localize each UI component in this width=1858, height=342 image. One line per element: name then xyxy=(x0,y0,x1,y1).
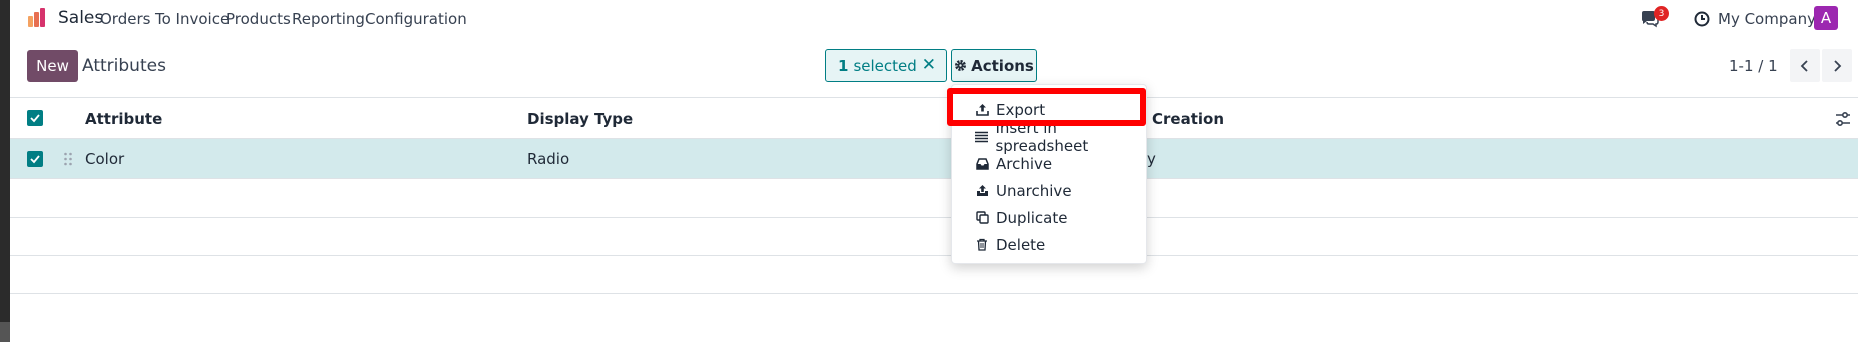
menu-products[interactable]: Products xyxy=(226,10,291,28)
selected-label: selected xyxy=(853,56,917,75)
row-checkbox[interactable] xyxy=(27,151,43,167)
inbox-icon xyxy=(975,157,989,171)
column-header-attribute[interactable]: Attribute xyxy=(85,110,162,128)
select-all-checkbox[interactable] xyxy=(27,110,43,126)
column-header-display-type[interactable]: Display Type xyxy=(527,110,633,128)
optional-columns-icon[interactable] xyxy=(1835,111,1851,127)
chevron-left-icon xyxy=(1800,59,1808,72)
column-header-creation[interactable]: Creation xyxy=(1152,110,1224,128)
control-panel: New Attributes 1 selected ✕ Actions 1-1 … xyxy=(10,38,1858,98)
menu-item-unarchive[interactable]: Unarchive xyxy=(952,177,1148,204)
actions-label: Actions xyxy=(971,56,1034,75)
cell-creation[interactable]: y xyxy=(1147,150,1156,168)
left-edge-tab xyxy=(0,322,10,342)
avatar-letter: A xyxy=(1820,9,1832,27)
selection-indicator: 1 selected ✕ xyxy=(825,49,947,82)
menu-item-label: Duplicate xyxy=(996,208,1068,227)
actions-button[interactable]: Actions xyxy=(951,49,1037,82)
copy-icon xyxy=(975,211,989,225)
menu-configuration[interactable]: Configuration xyxy=(365,10,467,28)
chevron-right-icon xyxy=(1834,59,1842,72)
top-navbar: Sales Orders To Invoice Products Reporti… xyxy=(10,0,1858,38)
pager-next-button[interactable] xyxy=(1822,49,1852,82)
table-header: Attribute Display Type Creation xyxy=(10,98,1858,139)
cell-attribute[interactable]: Color xyxy=(85,150,124,168)
menu-item-label: Archive xyxy=(996,154,1053,173)
menu-reporting[interactable]: Reporting xyxy=(292,10,365,28)
gear-icon xyxy=(955,60,967,71)
check-icon xyxy=(30,155,40,164)
clear-selection-icon[interactable]: ✕ xyxy=(922,55,936,75)
selected-count: 1 xyxy=(838,56,849,75)
list-icon xyxy=(975,130,989,144)
menu-item-duplicate[interactable]: Duplicate xyxy=(952,204,1148,231)
chat-button[interactable]: 3 xyxy=(1640,0,1669,38)
trash-icon xyxy=(975,238,989,252)
company-switcher[interactable]: My Company xyxy=(1718,10,1816,28)
menu-to-invoice[interactable]: To Invoice xyxy=(155,10,229,28)
menu-item-label: Unarchive xyxy=(996,181,1072,200)
drag-handle-icon[interactable] xyxy=(63,152,73,166)
pager-previous-button[interactable] xyxy=(1790,49,1820,82)
chat-badge: 3 xyxy=(1654,6,1669,21)
menu-orders[interactable]: Orders xyxy=(100,10,150,28)
empty-row xyxy=(10,179,1858,218)
menu-item-archive[interactable]: Archive xyxy=(952,150,1148,177)
menu-item-delete[interactable]: Delete xyxy=(952,231,1148,258)
pager-value[interactable]: 1-1 / 1 xyxy=(1729,57,1778,75)
new-button[interactable]: New xyxy=(27,50,78,82)
app-name[interactable]: Sales xyxy=(58,8,103,28)
table-row[interactable]: Color Radio y xyxy=(10,139,1858,179)
export-highlight-box xyxy=(947,88,1146,126)
clock-icon xyxy=(1694,11,1710,27)
menu-item-insert-in-spreadsheet[interactable]: Insert in spreadsheet xyxy=(952,119,1148,155)
left-edge-strip xyxy=(0,0,10,342)
cell-display-type[interactable]: Radio xyxy=(527,150,569,168)
page-title: Attributes xyxy=(82,56,166,76)
empty-row xyxy=(10,218,1858,256)
unarchive-icon xyxy=(975,184,989,198)
user-avatar[interactable]: A xyxy=(1814,6,1838,30)
sales-app-icon[interactable] xyxy=(26,7,48,29)
check-icon xyxy=(30,114,40,123)
menu-item-label: Delete xyxy=(996,235,1046,254)
empty-row xyxy=(10,256,1858,294)
activity-button[interactable] xyxy=(1694,0,1710,38)
